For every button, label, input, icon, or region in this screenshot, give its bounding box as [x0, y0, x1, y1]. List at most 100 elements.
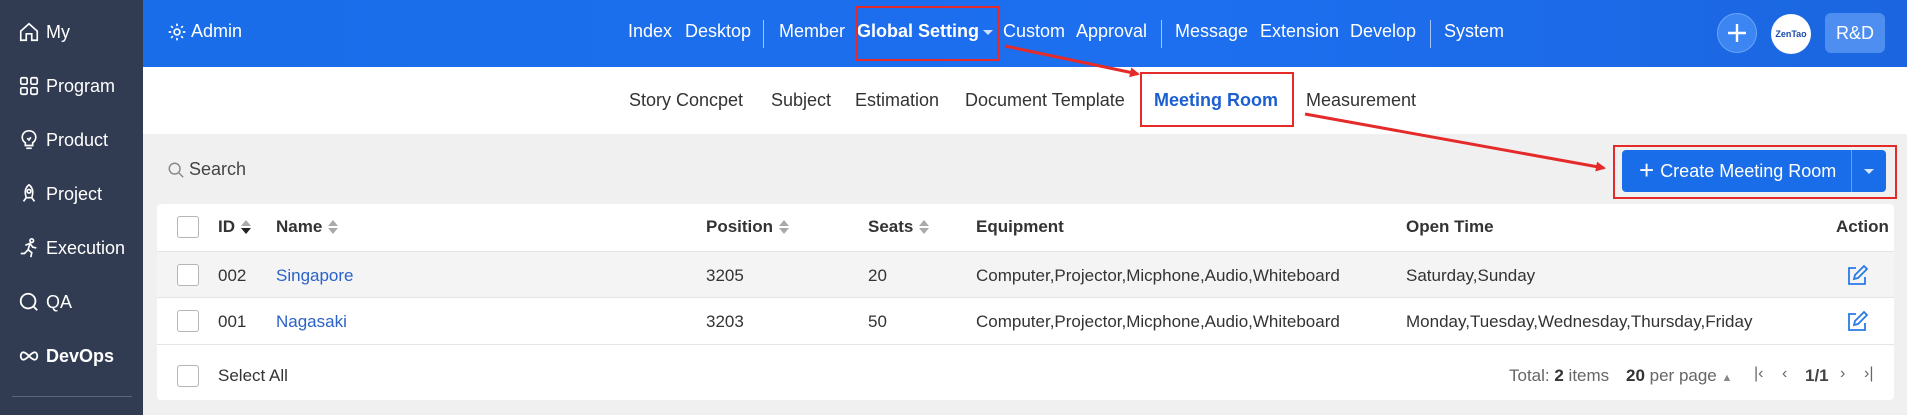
nav-system[interactable]: System [1444, 21, 1504, 42]
column-header-name[interactable]: Name [276, 217, 339, 237]
sidebar-item-execution[interactable]: Execution [18, 231, 125, 265]
annotation-highlight-global-setting [856, 6, 999, 61]
top-navbar: Admin Index Desktop Member Global Settin… [143, 0, 1907, 67]
sidebar-item-product[interactable]: Product [18, 123, 108, 157]
column-header-label: Position [706, 217, 774, 236]
sidebar-item-label: Program [46, 75, 116, 96]
sidebar-item-label: Execution [46, 237, 126, 258]
sort-desc-icon [241, 220, 251, 234]
admin-menu[interactable]: Admin [167, 21, 242, 42]
runner-icon [20, 238, 37, 258]
subnav-measurement[interactable]: Measurement [1306, 90, 1416, 111]
sidebar-item-label: My [46, 21, 70, 42]
sidebar-item-my[interactable]: My [18, 15, 70, 49]
column-header-id[interactable]: ID [218, 217, 251, 237]
chevron-up-icon: ▲ [1721, 372, 1733, 384]
plus-icon [1728, 24, 1746, 42]
cell-id: 002 [218, 266, 247, 285]
subnav-estimation[interactable]: Estimation [855, 90, 939, 111]
grid-icon [19, 76, 39, 96]
sidebar-item-label: DevOps [46, 345, 115, 366]
page-indicator: 1/1 [1805, 366, 1829, 385]
cell-seats: 20 [868, 266, 887, 285]
prev-page-icon[interactable]: ‹ [1782, 365, 1787, 383]
cell-id: 001 [218, 312, 247, 331]
magnifier-icon [19, 292, 38, 311]
row-checkbox[interactable] [177, 310, 199, 332]
column-header-label: Open Time [1406, 217, 1494, 236]
first-page-icon[interactable]: |‹ [1754, 365, 1763, 383]
nav-custom[interactable]: Custom [1003, 21, 1065, 42]
search-label: Search [189, 159, 247, 179]
nav-desktop[interactable]: Desktop [685, 21, 751, 42]
subnav-subject[interactable]: Subject [771, 90, 831, 111]
sidebar-item-devops[interactable]: DevOps [18, 339, 114, 373]
table-footer: Select All Total: 2 items 20 per page ▲ … [157, 352, 1894, 398]
select-all-label[interactable]: Select All [218, 366, 288, 386]
table-row: 001 Nagasaki 3203 50 Computer,Projector,… [157, 298, 1894, 345]
nav-separator [1430, 20, 1431, 48]
zentao-logo[interactable]: ZenTao [1771, 14, 1811, 54]
meeting-room-table: ID Name Position Seats Equipment Open Ti… [157, 204, 1894, 400]
column-header-seats[interactable]: Seats [868, 217, 930, 237]
column-header-position[interactable]: Position [706, 217, 790, 237]
sidebar-divider [12, 396, 132, 397]
cell-position: 3203 [706, 312, 744, 331]
header-checkbox[interactable] [177, 216, 199, 238]
per-page-select[interactable]: 20 per page ▲ [1626, 366, 1732, 386]
nav-extension[interactable]: Extension [1260, 21, 1339, 42]
sidebar-item-qa[interactable]: QA [18, 285, 72, 319]
nav-separator [1161, 20, 1162, 48]
cell-name-link[interactable]: Singapore [276, 266, 354, 286]
sort-icon [779, 220, 790, 234]
per-page-count: 20 [1626, 366, 1645, 385]
lightbulb-icon [21, 130, 37, 150]
column-header-label: Equipment [976, 217, 1064, 236]
search-icon [168, 162, 184, 178]
column-header-action: Action [1836, 217, 1889, 237]
total-count: 2 [1554, 366, 1564, 385]
rocket-icon [22, 183, 36, 202]
quick-create-button[interactable] [1717, 13, 1757, 53]
nav-index[interactable]: Index [628, 21, 672, 42]
cell-name-link[interactable]: Nagasaki [276, 312, 347, 332]
column-header-label: Seats [868, 217, 914, 236]
search-toggle[interactable]: Search [167, 159, 246, 180]
nav-message[interactable]: Message [1175, 21, 1248, 42]
user-menu-button[interactable]: R&D [1825, 13, 1885, 53]
column-header-equipment: Equipment [976, 217, 1064, 237]
gear-icon [168, 23, 186, 40]
edit-icon[interactable] [1845, 310, 1869, 334]
admin-label: Admin [191, 21, 243, 41]
last-page-icon[interactable]: ›| [1864, 365, 1873, 383]
sidebar-item-program[interactable]: Program [18, 69, 115, 103]
sidebar-item-label: Product [46, 129, 109, 150]
column-header-label: Name [276, 217, 323, 236]
sidebar: My Program Product Project Execution QA … [0, 0, 143, 415]
nav-approval[interactable]: Approval [1076, 21, 1147, 42]
select-all-checkbox[interactable] [177, 365, 199, 387]
table-row: 002 Singapore 3205 20 Computer,Projector… [157, 251, 1894, 298]
nav-member[interactable]: Member [779, 21, 845, 42]
total-prefix: Total: [1509, 366, 1555, 385]
cell-seats: 50 [868, 312, 887, 331]
sub-navbar: Story Concpet Subject Estimation Documen… [143, 67, 1907, 134]
sort-icon [919, 220, 930, 234]
sidebar-item-label: Project [46, 183, 103, 204]
home-icon [19, 22, 39, 42]
nav-develop[interactable]: Develop [1350, 21, 1416, 42]
nav-separator [763, 20, 764, 48]
row-checkbox[interactable] [177, 264, 199, 286]
column-header-label: Action [1836, 217, 1889, 236]
cell-equipment: Computer,Projector,Micphone,Audio,Whiteb… [976, 312, 1340, 331]
edit-icon[interactable] [1845, 264, 1869, 288]
sidebar-item-label: QA [46, 291, 73, 312]
infinity-icon [19, 351, 39, 361]
next-page-icon[interactable]: › [1840, 365, 1845, 383]
sidebar-item-project[interactable]: Project [18, 177, 102, 211]
total-items: Total: 2 items [1509, 366, 1609, 386]
subnav-story-concept[interactable]: Story Concpet [629, 90, 743, 111]
subnav-document-template[interactable]: Document Template [965, 90, 1125, 111]
annotation-highlight-meeting-room [1140, 72, 1294, 127]
sort-icon [328, 220, 339, 234]
